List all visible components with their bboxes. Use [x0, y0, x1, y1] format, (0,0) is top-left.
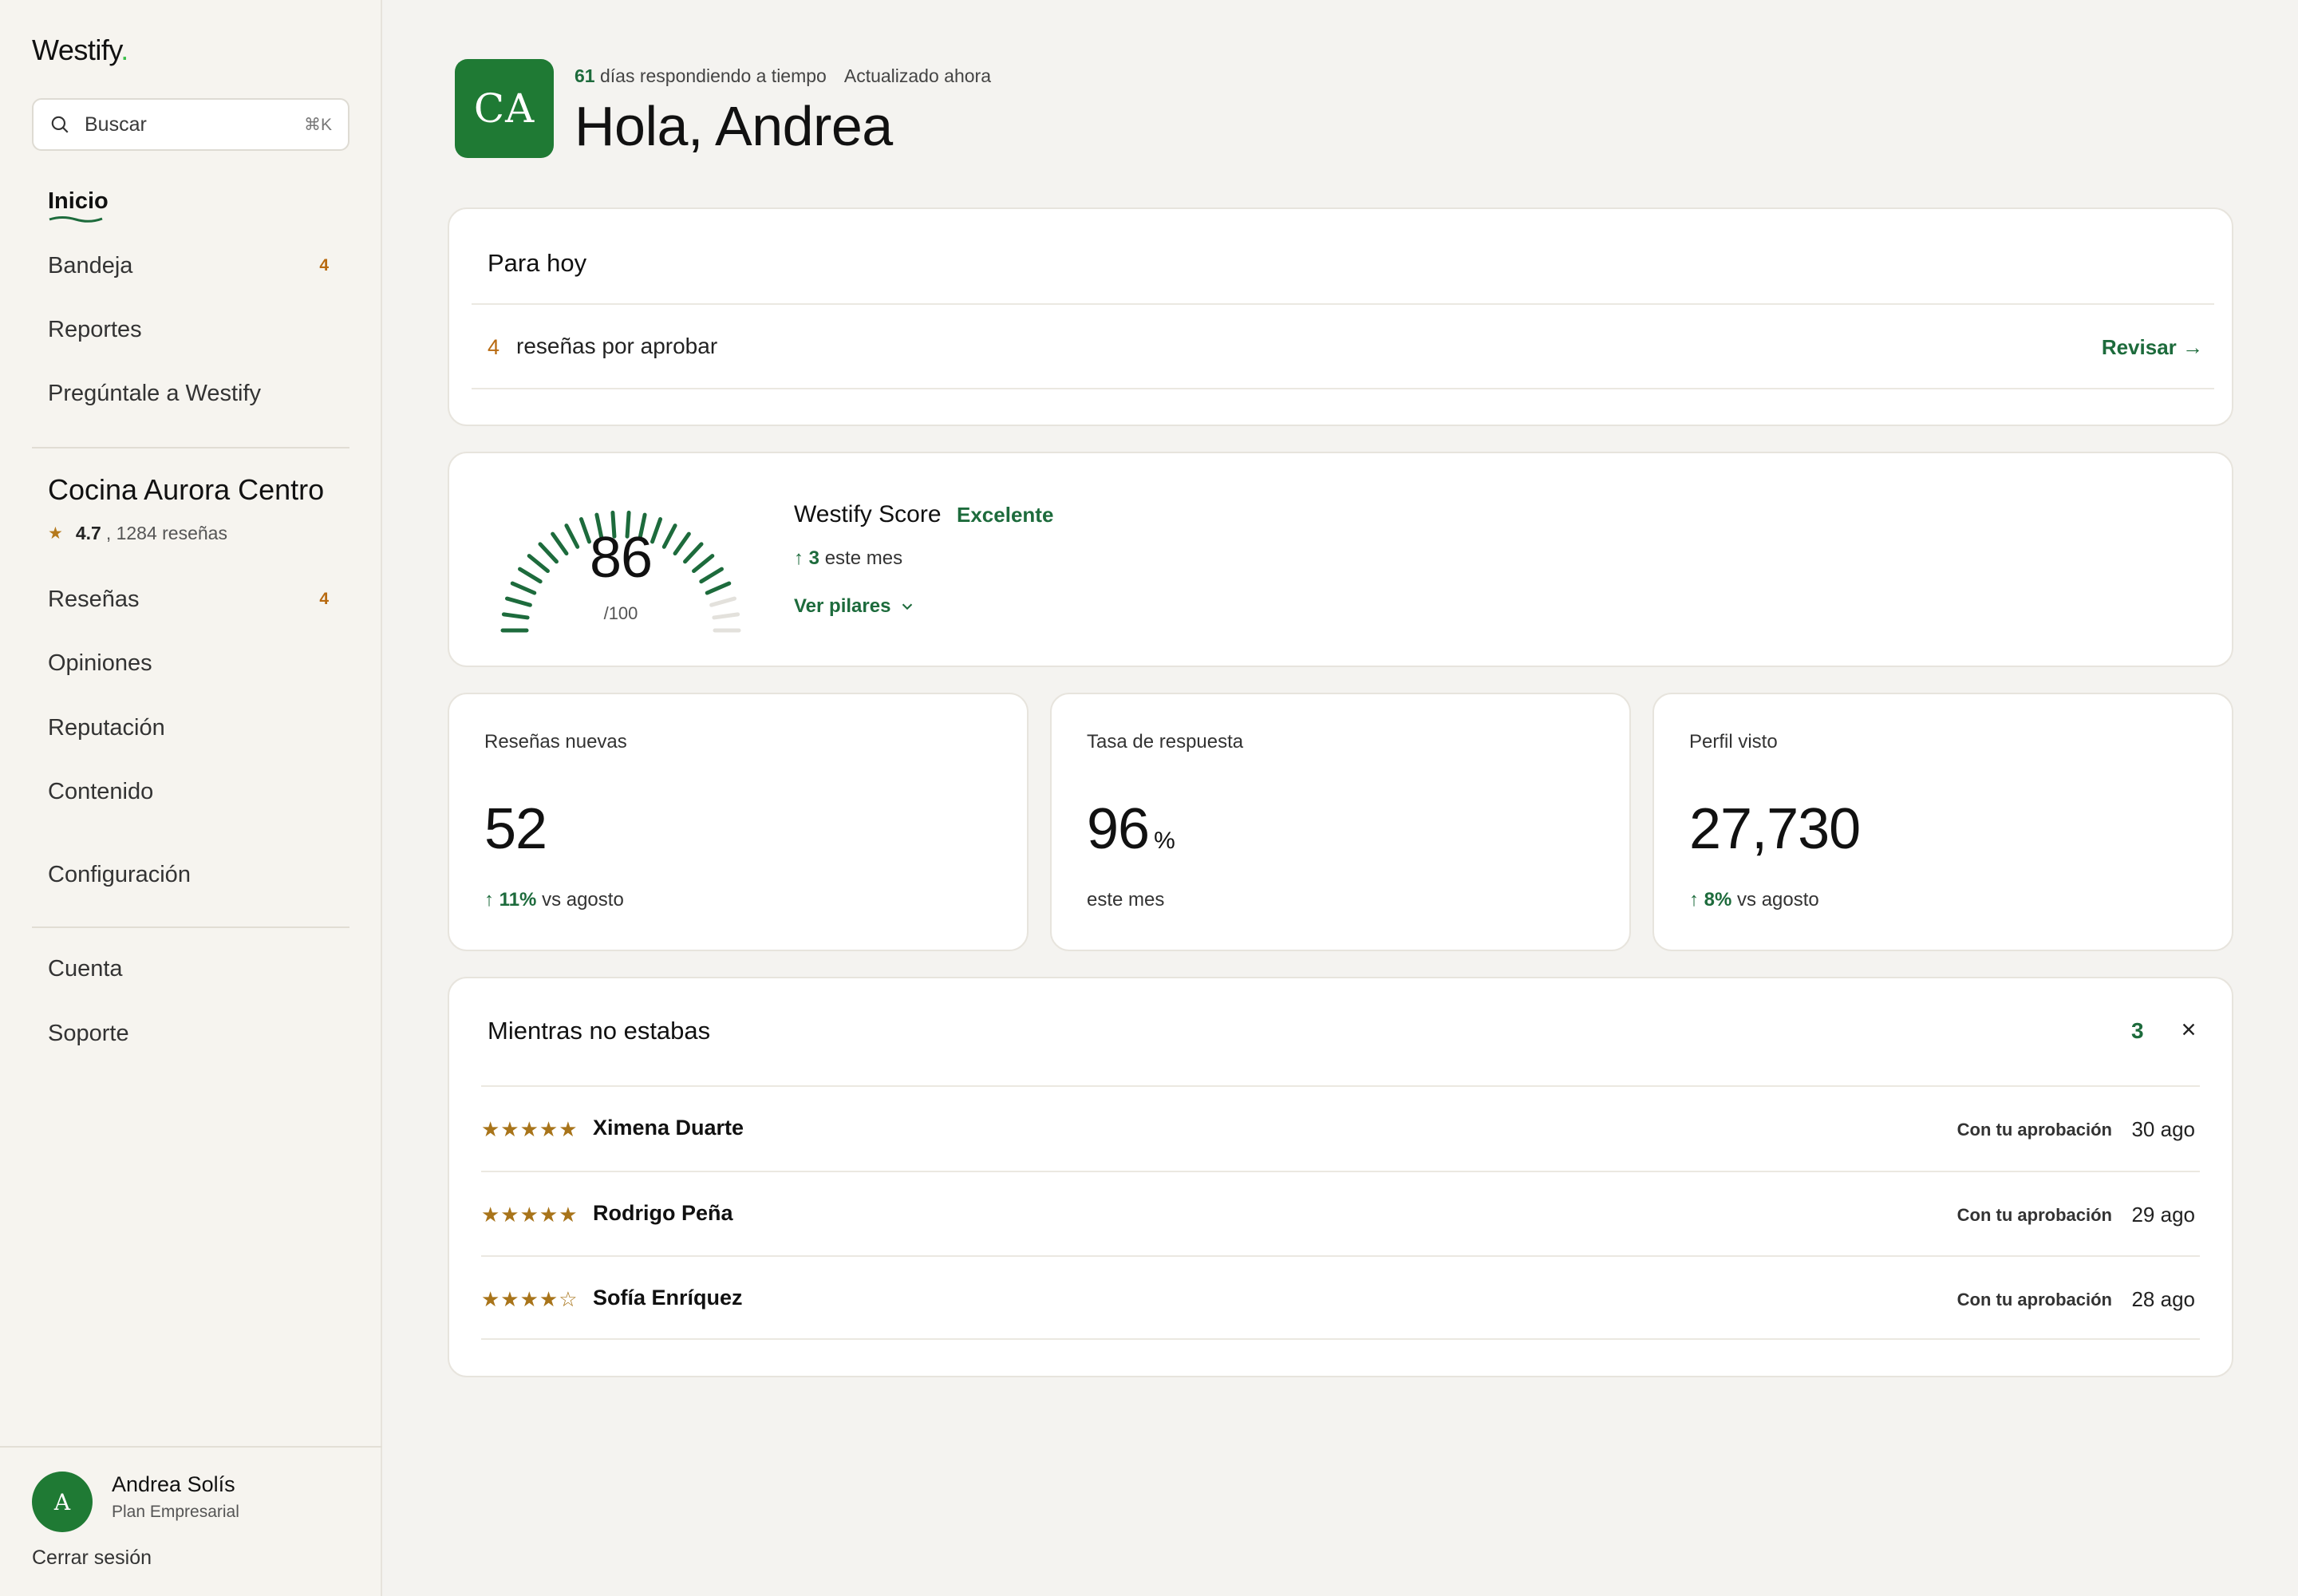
review-date: 29 ago: [2131, 1203, 2195, 1227]
metric-card-profile-views: Perfil visto 27,730 ↑ 8% vs agosto: [1652, 693, 2233, 951]
bandeja-badge: 4: [319, 256, 329, 275]
reviewer-name: Sofía Enríquez: [593, 1286, 743, 1310]
nav-item-resenas[interactable]: Reseñas 4: [48, 579, 334, 619]
nav-item-contenido[interactable]: Contenido: [48, 772, 334, 812]
gauge-tick: [712, 612, 740, 620]
away-title: Mientras no estabas: [488, 1017, 711, 1045]
reviewer-name: Rodrigo Peña: [593, 1201, 733, 1225]
metric-card-new-reviews: Reseñas nuevas 52 ↑ 11% vs agosto: [448, 693, 1029, 951]
metric-label: Reseñas nuevas: [484, 731, 627, 753]
search-shortcut: ⌘K: [303, 115, 332, 134]
score-grade: Excelente: [957, 503, 1054, 527]
list-item[interactable]: ★★★★★ Rodrigo Peña Con tu aprobación 29 …: [481, 1171, 2200, 1255]
nav-item-reputacion[interactable]: Reputación: [48, 708, 334, 748]
nav-item-bandeja[interactable]: Bandeja 4: [48, 246, 334, 286]
score-delta: ↑ 3 este mes: [794, 547, 903, 569]
search-placeholder: Buscar: [85, 113, 147, 136]
search-icon: [51, 116, 69, 133]
business-rating: ★ 4.7 , 1284 reseñas: [48, 523, 227, 543]
close-icon[interactable]: [2173, 1013, 2205, 1045]
today-card: Para hoy 4 reseñas por aprobar Revisar →: [448, 207, 2233, 426]
business-name: Cocina Aurora Centro: [48, 473, 325, 506]
search-input[interactable]: Buscar ⌘K: [32, 98, 349, 151]
avatar[interactable]: A: [32, 1472, 93, 1532]
nav-item-reportes[interactable]: Reportes: [48, 310, 334, 350]
logout-button[interactable]: Cerrar sesión: [32, 1547, 152, 1570]
metric-foot: ↑ 8% vs agosto: [1689, 889, 1819, 911]
away-card: Mientras no estabas 3 ★★★★★ Ximena Duart…: [448, 977, 2233, 1377]
hero-subtitle: 61 días respondiendo a tiempo Actualizado…: [574, 65, 991, 86]
metric-foot: este mes: [1087, 889, 1165, 911]
brand-logo[interactable]: Westify.: [32, 34, 128, 67]
today-task-text: reseñas por aprobar: [516, 334, 718, 358]
rating-stars: ★★★★☆: [481, 1287, 578, 1311]
view-pillars-button[interactable]: Ver pilares: [794, 595, 916, 618]
metric-label: Tasa de respuesta: [1087, 731, 1244, 753]
metric-card-response-rate: Tasa de respuesta 96% este mes: [1050, 693, 1631, 951]
page-title: Hola, Andrea: [574, 95, 893, 157]
today-task-row[interactable]: 4 reseñas por aprobar Revisar →: [472, 303, 2214, 389]
metric-label: Perfil visto: [1689, 731, 1778, 753]
business-logo: CA: [455, 59, 554, 158]
active-underline: [49, 216, 103, 223]
review-link[interactable]: Revisar →: [2102, 335, 2203, 360]
rating-stars: ★★★★★: [481, 1117, 578, 1141]
metric-value: 52: [484, 797, 547, 861]
status-badge: Con tu aprobación: [1956, 1205, 2112, 1225]
nav-item-soporte[interactable]: Soporte: [48, 1013, 334, 1053]
gauge-tick: [501, 612, 530, 620]
list-item[interactable]: ★★★★☆ Sofía Enríquez Con tu aprobación 2…: [481, 1255, 2200, 1340]
sidebar-divider: [32, 447, 349, 448]
score-value: 86: [589, 526, 653, 590]
status-badge: Con tu aprobación: [1956, 1120, 2112, 1140]
metric-foot: ↑ 11% vs agosto: [484, 889, 624, 911]
score-title: Westify Score: [794, 501, 942, 527]
nav-item-preguntale[interactable]: Pregúntale a Westify: [48, 373, 334, 413]
away-count: 3: [2131, 1018, 2144, 1043]
review-date: 28 ago: [2131, 1287, 2195, 1311]
metric-value: 96%: [1087, 797, 1175, 861]
metric-value: 27,730: [1689, 797, 1861, 861]
resenas-badge: 4: [319, 590, 329, 608]
user-box: A Andrea Solís Plan Empresarial Cerrar s…: [0, 1446, 382, 1596]
nav-item-configuracion[interactable]: Configuración: [48, 855, 334, 895]
chevron-down-icon: [902, 603, 913, 610]
user-name: Andrea Solís: [112, 1472, 235, 1496]
score-max: /100: [603, 603, 638, 623]
today-title: Para hoy: [488, 249, 587, 277]
score-card: 86 /100 Westify Score Excelente ↑ 3 este…: [448, 452, 2233, 667]
user-plan: Plan Empresarial: [112, 1503, 239, 1521]
sidebar: Westify. Buscar ⌘K Inicio Bandeja 4 Repor…: [0, 0, 382, 1596]
rating-stars: ★★★★★: [481, 1203, 578, 1227]
today-count: 4: [488, 335, 500, 359]
status-badge: Con tu aprobación: [1956, 1290, 2112, 1310]
nav-item-cuenta[interactable]: Cuenta: [48, 949, 334, 989]
review-date: 30 ago: [2131, 1117, 2195, 1141]
sidebar-divider: [32, 926, 349, 928]
reviewer-name: Ximena Duarte: [593, 1116, 744, 1140]
nav-item-opiniones[interactable]: Opiniones: [48, 643, 334, 683]
list-item[interactable]: ★★★★★ Ximena Duarte Con tu aprobación 30…: [481, 1085, 2200, 1170]
star-icon: ★: [48, 524, 63, 543]
